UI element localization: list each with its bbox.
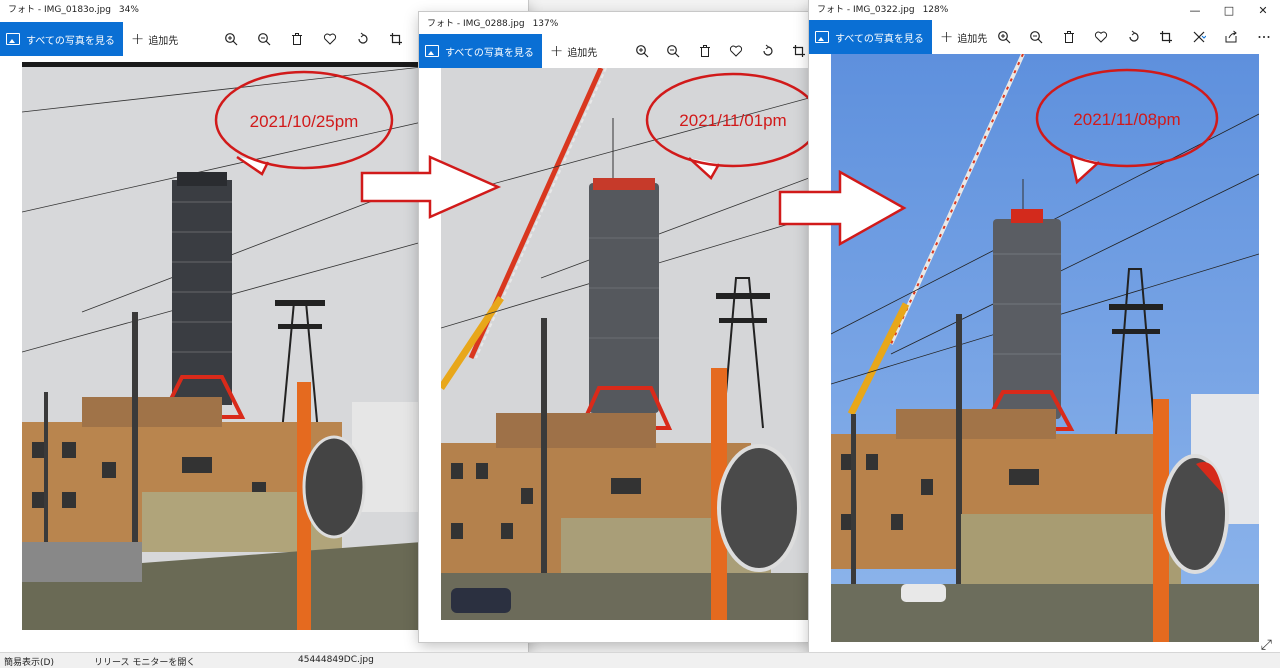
toolbar: すべての写真を見る + 追加先 <box>809 20 1280 54</box>
more-icon[interactable] <box>1247 20 1280 54</box>
favorite-icon[interactable] <box>313 22 346 56</box>
delete-icon[interactable] <box>689 34 721 68</box>
title-bar[interactable]: フォト - IMG_0288.jpg 137% <box>419 12 815 34</box>
delete-icon[interactable] <box>1052 20 1085 54</box>
add-to-label: 追加先 <box>148 35 179 47</box>
plus-icon: + <box>549 41 564 60</box>
photos-icon <box>425 45 439 57</box>
zoom-out-icon[interactable] <box>657 34 689 68</box>
zoom-level: 137% <box>532 19 559 29</box>
see-all-photos-button[interactable]: すべての写真を見る <box>419 34 542 68</box>
crop-icon[interactable] <box>379 22 412 56</box>
photos-window-2[interactable]: フォト - IMG_0288.jpg 137% すべての写真を見る + 追加先 <box>419 12 815 642</box>
photo-view[interactable]: 2021/10/25pm <box>22 62 422 630</box>
minimize-icon[interactable]: — <box>1178 0 1212 20</box>
zoom-level: 128% <box>922 5 949 15</box>
zoom-in-icon[interactable] <box>214 22 247 56</box>
status-bar: 簡易表示(D) リリース モニターを開く 45444849DC.jpg <box>0 652 1280 668</box>
plus-icon: + <box>939 27 954 46</box>
photos-icon <box>815 31 829 43</box>
see-all-photos-label: すべての写真を見る <box>26 35 115 47</box>
plus-icon: + <box>130 29 145 48</box>
window-title: フォト - IMG_0322.jpg <box>817 5 915 15</box>
see-all-photos-label: すべての写真を見る <box>835 33 924 45</box>
see-all-photos-button[interactable]: すべての写真を見る <box>809 20 932 54</box>
close-icon[interactable]: ✕ <box>1246 0 1280 20</box>
window-controls: — □ ✕ <box>1178 0 1280 20</box>
see-all-photos-label: すべての写真を見る <box>445 47 534 59</box>
favorite-icon[interactable] <box>1085 20 1118 54</box>
rotate-icon[interactable] <box>1117 20 1150 54</box>
window-title: フォト - IMG_0183o.jpg <box>8 5 111 15</box>
photo-view[interactable]: 2021/11/01pm <box>441 68 809 620</box>
arrow-1 <box>360 155 502 219</box>
window-title: フォト - IMG_0288.jpg <box>427 19 525 29</box>
rotate-icon[interactable] <box>346 22 379 56</box>
photos-icon <box>6 33 20 45</box>
maximize-icon[interactable]: □ <box>1212 0 1246 20</box>
zoom-out-icon[interactable] <box>247 22 280 56</box>
zoom-in-icon[interactable] <box>626 34 658 68</box>
date-label: 2021/10/25pm <box>250 112 359 131</box>
edit-icon[interactable] <box>1182 20 1215 54</box>
favorite-icon[interactable] <box>720 34 752 68</box>
add-to-label: 追加先 <box>567 47 598 59</box>
zoom-level: 34% <box>118 5 139 15</box>
see-all-photos-button[interactable]: すべての写真を見る <box>0 22 123 56</box>
add-to-label: 追加先 <box>957 33 988 45</box>
date-label: 2021/11/08pm <box>1073 110 1180 129</box>
rotate-icon[interactable] <box>752 34 784 68</box>
crop-icon[interactable] <box>1150 20 1183 54</box>
share-icon[interactable] <box>1215 20 1248 54</box>
delete-icon[interactable] <box>280 22 313 56</box>
zoom-in-icon[interactable] <box>987 20 1020 54</box>
photo-view[interactable]: 2021/11/08pm <box>831 54 1259 642</box>
arrow-2 <box>778 170 907 246</box>
simple-view-button[interactable]: 簡易表示(D) <box>4 655 54 668</box>
file-name[interactable]: 45444849DC.jpg <box>298 655 374 665</box>
fullscreen-icon[interactable]: ⤢ <box>1261 637 1272 653</box>
date-label: 2021/11/01pm <box>679 111 786 130</box>
add-to-button[interactable]: + 追加先 <box>940 29 987 45</box>
add-to-button[interactable]: + 追加先 <box>550 43 597 59</box>
add-to-button[interactable]: + 追加先 <box>131 31 178 47</box>
photos-window-3[interactable]: フォト - IMG_0322.jpg 128% — □ ✕ すべての写真を見る +… <box>809 0 1280 667</box>
release-monitor-link[interactable]: リリース モニターを開く <box>94 655 195 668</box>
zoom-out-icon[interactable] <box>1020 20 1053 54</box>
toolbar: すべての写真を見る + 追加先 <box>419 34 815 68</box>
